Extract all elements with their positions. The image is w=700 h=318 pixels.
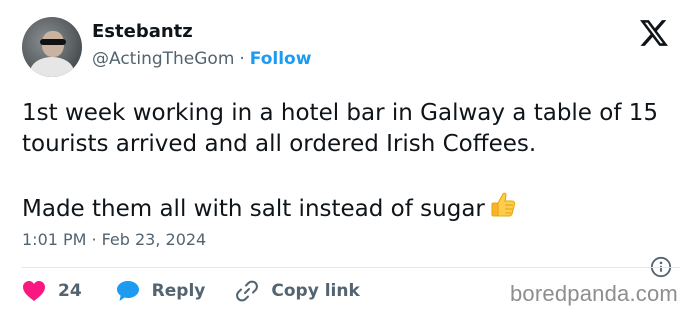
avatar-glasses bbox=[40, 39, 66, 45]
follow-button[interactable]: Follow bbox=[250, 49, 312, 69]
avatar-shirt bbox=[30, 57, 74, 77]
link-icon bbox=[236, 280, 259, 302]
reply-button[interactable]: Reply bbox=[116, 280, 206, 302]
watermark: boredpanda.com bbox=[510, 281, 678, 306]
divider bbox=[22, 267, 680, 268]
thumbs-up-icon bbox=[491, 192, 515, 217]
x-logo-icon[interactable] bbox=[640, 20, 668, 46]
heart-icon bbox=[23, 281, 45, 301]
reply-label: Reply bbox=[151, 281, 206, 301]
like-button[interactable]: 24 bbox=[22, 280, 82, 302]
tweet-line-2: Made them all with salt instead of sugar bbox=[22, 191, 682, 225]
avatar[interactable] bbox=[22, 17, 82, 77]
tweet-line-1: 1st week working in a hotel bar in Galwa… bbox=[22, 100, 659, 157]
tweet-meta: 1:01 PM · Feb 23, 2024 bbox=[22, 230, 206, 249]
handle-separator: · bbox=[239, 49, 245, 69]
tweet-date[interactable]: Feb 23, 2024 bbox=[102, 230, 207, 249]
action-bar: 24 Reply Copy link bbox=[22, 278, 390, 304]
tweet-time[interactable]: 1:01 PM bbox=[22, 230, 86, 249]
copy-link-label: Copy link bbox=[271, 281, 360, 301]
reply-bubble-icon bbox=[116, 281, 139, 301]
meta-separator: · bbox=[91, 230, 97, 249]
author-handle[interactable]: @ActingTheGom bbox=[92, 49, 234, 69]
author-name[interactable]: Estebantz bbox=[92, 21, 193, 42]
tweet-line-2-text: Made them all with salt instead of sugar bbox=[22, 196, 485, 222]
copy-link-button[interactable]: Copy link bbox=[235, 279, 360, 303]
tweet-text: 1st week working in a hotel bar in Galwa… bbox=[22, 98, 682, 225]
like-count: 24 bbox=[58, 281, 82, 301]
author-handle-row: @ActingTheGom · Follow bbox=[92, 49, 311, 69]
